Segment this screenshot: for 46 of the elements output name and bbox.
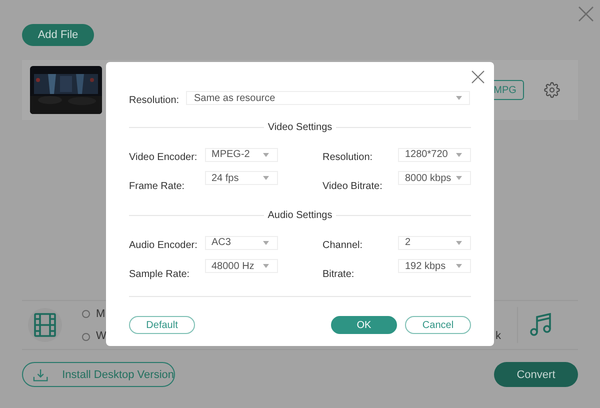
caret-icon xyxy=(262,240,268,244)
caret-icon xyxy=(456,240,462,244)
convert-button[interactable]: Convert xyxy=(494,362,578,388)
field-label: Video Encoder: xyxy=(129,151,198,165)
music-icon[interactable] xyxy=(530,313,552,338)
close-icon[interactable] xyxy=(578,6,594,22)
radio-label: M xyxy=(96,306,106,322)
dropdown[interactable]: 48000 Hz xyxy=(204,259,278,273)
option-text: k xyxy=(496,329,501,344)
field-label: Bitrate: xyxy=(322,268,354,282)
radio-label: W xyxy=(96,329,106,344)
field-label: Sample Rate: xyxy=(129,268,190,282)
radio-button[interactable] xyxy=(82,310,90,318)
caret-icon xyxy=(262,176,268,180)
dropdown[interactable]: 2 xyxy=(398,236,471,250)
ok-button[interactable]: OK xyxy=(331,316,397,334)
dropdown[interactable]: 192 kbps xyxy=(398,259,471,273)
caret-icon xyxy=(262,152,268,156)
download-icon xyxy=(33,368,48,382)
dropdown[interactable]: 24 fps xyxy=(204,171,278,185)
dropdown[interactable]: MPEG-2 xyxy=(204,148,278,162)
caret-icon xyxy=(262,264,268,268)
section-title: Video Settings xyxy=(266,121,334,135)
settings-icon[interactable] xyxy=(544,82,560,98)
film-icon xyxy=(34,313,56,338)
add-file-button[interactable]: Add File xyxy=(22,24,94,46)
video-tab[interactable] xyxy=(28,308,62,342)
close-icon[interactable] xyxy=(471,70,485,84)
caret-icon xyxy=(456,176,462,180)
dropdown[interactable]: 8000 kbps xyxy=(398,171,471,185)
section-title: Audio Settings xyxy=(266,209,334,223)
caret-icon xyxy=(456,264,462,268)
field-label: Resolution: xyxy=(129,94,180,108)
field-label: Resolution: xyxy=(322,151,373,165)
field-label: Video Bitrate: xyxy=(322,180,382,194)
field-label: Audio Encoder: xyxy=(129,239,198,253)
dropdown[interactable]: 1280*720 xyxy=(398,148,471,162)
outline-button[interactable]: Cancel xyxy=(405,316,471,334)
caret-icon xyxy=(456,152,462,156)
field-label: Channel: xyxy=(322,239,363,253)
radio-button[interactable] xyxy=(82,332,90,340)
caret-icon xyxy=(456,96,462,100)
dropdown[interactable]: AC3 xyxy=(204,236,278,250)
resolution-dropdown[interactable]: Same as resource xyxy=(186,91,470,105)
outline-button[interactable]: Default xyxy=(129,316,195,334)
field-label: Frame Rate: xyxy=(129,180,185,194)
